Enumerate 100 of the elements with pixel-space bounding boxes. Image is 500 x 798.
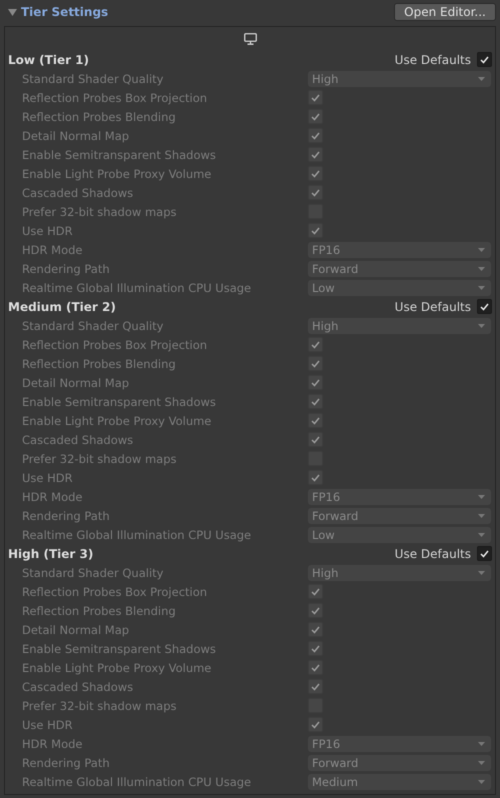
setting-label: Enable Semitransparent Shadows <box>21 148 217 162</box>
setting-label: Cascaded Shadows <box>21 432 134 446</box>
checkmark-icon <box>311 132 320 140</box>
checkbox[interactable] <box>308 394 323 409</box>
use-defaults-label: Use Defaults <box>394 546 471 560</box>
checkmark-icon <box>311 226 320 234</box>
checkmark-icon <box>311 626 320 634</box>
checkbox[interactable] <box>308 185 323 200</box>
checkbox[interactable] <box>477 52 492 67</box>
checkmark-icon <box>311 436 320 444</box>
monitor-icon <box>244 32 256 44</box>
setting-label: Cascaded Shadows <box>21 680 134 694</box>
checkbox[interactable] <box>308 641 323 656</box>
dropdown-arrow-icon <box>478 324 485 328</box>
dropdown[interactable]: Low <box>308 280 491 296</box>
checkbox[interactable] <box>308 128 323 143</box>
checkbox[interactable] <box>308 717 323 732</box>
checkbox[interactable] <box>308 223 323 238</box>
checkmark-icon <box>311 682 320 690</box>
checkmark-icon <box>311 644 320 652</box>
dropdown[interactable]: Forward <box>308 260 491 276</box>
dropdown[interactable]: High <box>308 318 491 334</box>
setting-label: Rendering Path <box>21 262 111 276</box>
checkbox[interactable] <box>308 109 323 124</box>
checkbox[interactable] <box>477 299 492 314</box>
setting-label: Enable Light Probe Proxy Volume <box>21 414 212 428</box>
dropdown-arrow-icon <box>478 76 485 80</box>
dropdown-arrow-icon <box>478 760 485 764</box>
setting-label: Detail Normal Map <box>21 376 130 390</box>
checkmark-icon <box>311 170 320 178</box>
dropdown-arrow-icon <box>478 248 485 252</box>
dropdown-arrow-icon <box>478 266 485 270</box>
checkbox[interactable] <box>308 337 323 352</box>
open-editor-button[interactable]: Open Editor... <box>394 3 496 21</box>
checkbox[interactable] <box>308 413 323 428</box>
checkmark-icon <box>311 378 320 386</box>
checkmark-icon <box>311 398 320 406</box>
foldout-arrow-icon[interactable] <box>8 8 17 16</box>
setting-label: Use HDR <box>21 224 74 238</box>
setting-label: Enable Semitransparent Shadows <box>21 394 217 408</box>
checkbox[interactable] <box>308 584 323 599</box>
checkmark-icon <box>480 56 489 64</box>
setting-label: Detail Normal Map <box>21 128 130 142</box>
checkbox[interactable] <box>477 546 492 561</box>
dropdown[interactable]: Forward <box>308 754 491 770</box>
setting-label: Rendering Path <box>21 756 111 770</box>
checkmark-icon <box>311 188 320 196</box>
checkmark-icon <box>311 360 320 368</box>
setting-label: HDR Mode <box>21 736 84 750</box>
setting-label: Reflection Probes Box Projection <box>21 584 208 598</box>
checkbox[interactable] <box>308 166 323 181</box>
setting-label: Use HDR <box>21 718 74 732</box>
checkbox[interactable] <box>308 603 323 618</box>
checkmark-icon <box>311 94 320 102</box>
checkbox[interactable] <box>308 147 323 162</box>
checkmark-icon <box>311 416 320 424</box>
use-defaults-label: Use Defaults <box>394 300 471 314</box>
checkmark-icon <box>311 720 320 728</box>
dropdown[interactable]: FP16 <box>308 488 491 504</box>
setting-label: HDR Mode <box>21 490 84 504</box>
checkmark-icon <box>311 664 320 672</box>
tier-title: Low (Tier 1) <box>8 52 90 66</box>
dropdown[interactable]: Low <box>308 526 491 542</box>
checkbox[interactable] <box>308 356 323 371</box>
dropdown-arrow-icon <box>478 532 485 536</box>
setting-label: Standard Shader Quality <box>21 318 164 332</box>
setting-label: Reflection Probes Blending <box>21 356 177 370</box>
setting-label: Use HDR <box>21 470 74 484</box>
dropdown-arrow-icon <box>478 780 485 784</box>
use-defaults-label: Use Defaults <box>394 52 471 66</box>
tier-title: Medium (Tier 2) <box>8 300 117 314</box>
dropdown-arrow-icon <box>478 286 485 290</box>
checkbox[interactable] <box>308 660 323 675</box>
setting-label: Prefer 32-bit shadow maps <box>21 452 178 466</box>
checkmark-icon <box>311 150 320 158</box>
dropdown[interactable]: Medium <box>308 774 491 790</box>
dropdown[interactable]: FP16 <box>308 242 491 258</box>
checkbox[interactable] <box>308 432 323 447</box>
dropdown[interactable]: Forward <box>308 508 491 524</box>
checkbox[interactable] <box>308 622 323 637</box>
setting-label: Cascaded Shadows <box>21 186 134 200</box>
checkbox[interactable] <box>308 375 323 390</box>
setting-label: Enable Light Probe Proxy Volume <box>21 660 212 674</box>
checkmark-icon <box>311 340 320 348</box>
checkmark-icon <box>311 588 320 596</box>
section-title: Tier Settings <box>21 5 110 19</box>
checkbox[interactable] <box>308 90 323 105</box>
setting-label: HDR Mode <box>21 242 84 256</box>
dropdown[interactable]: FP16 <box>308 736 491 752</box>
setting-label: Standard Shader Quality <box>21 72 164 86</box>
checkmark-icon <box>480 302 489 310</box>
checkbox[interactable] <box>308 679 323 694</box>
setting-label: Reflection Probes Box Projection <box>21 338 208 352</box>
checkmark-icon <box>311 112 320 120</box>
checkmark-icon <box>311 606 320 614</box>
tier-title: High (Tier 3) <box>8 546 94 560</box>
dropdown[interactable]: High <box>308 564 491 580</box>
dropdown-arrow-icon <box>478 494 485 498</box>
checkbox[interactable] <box>308 470 323 485</box>
dropdown[interactable]: High <box>308 70 491 86</box>
